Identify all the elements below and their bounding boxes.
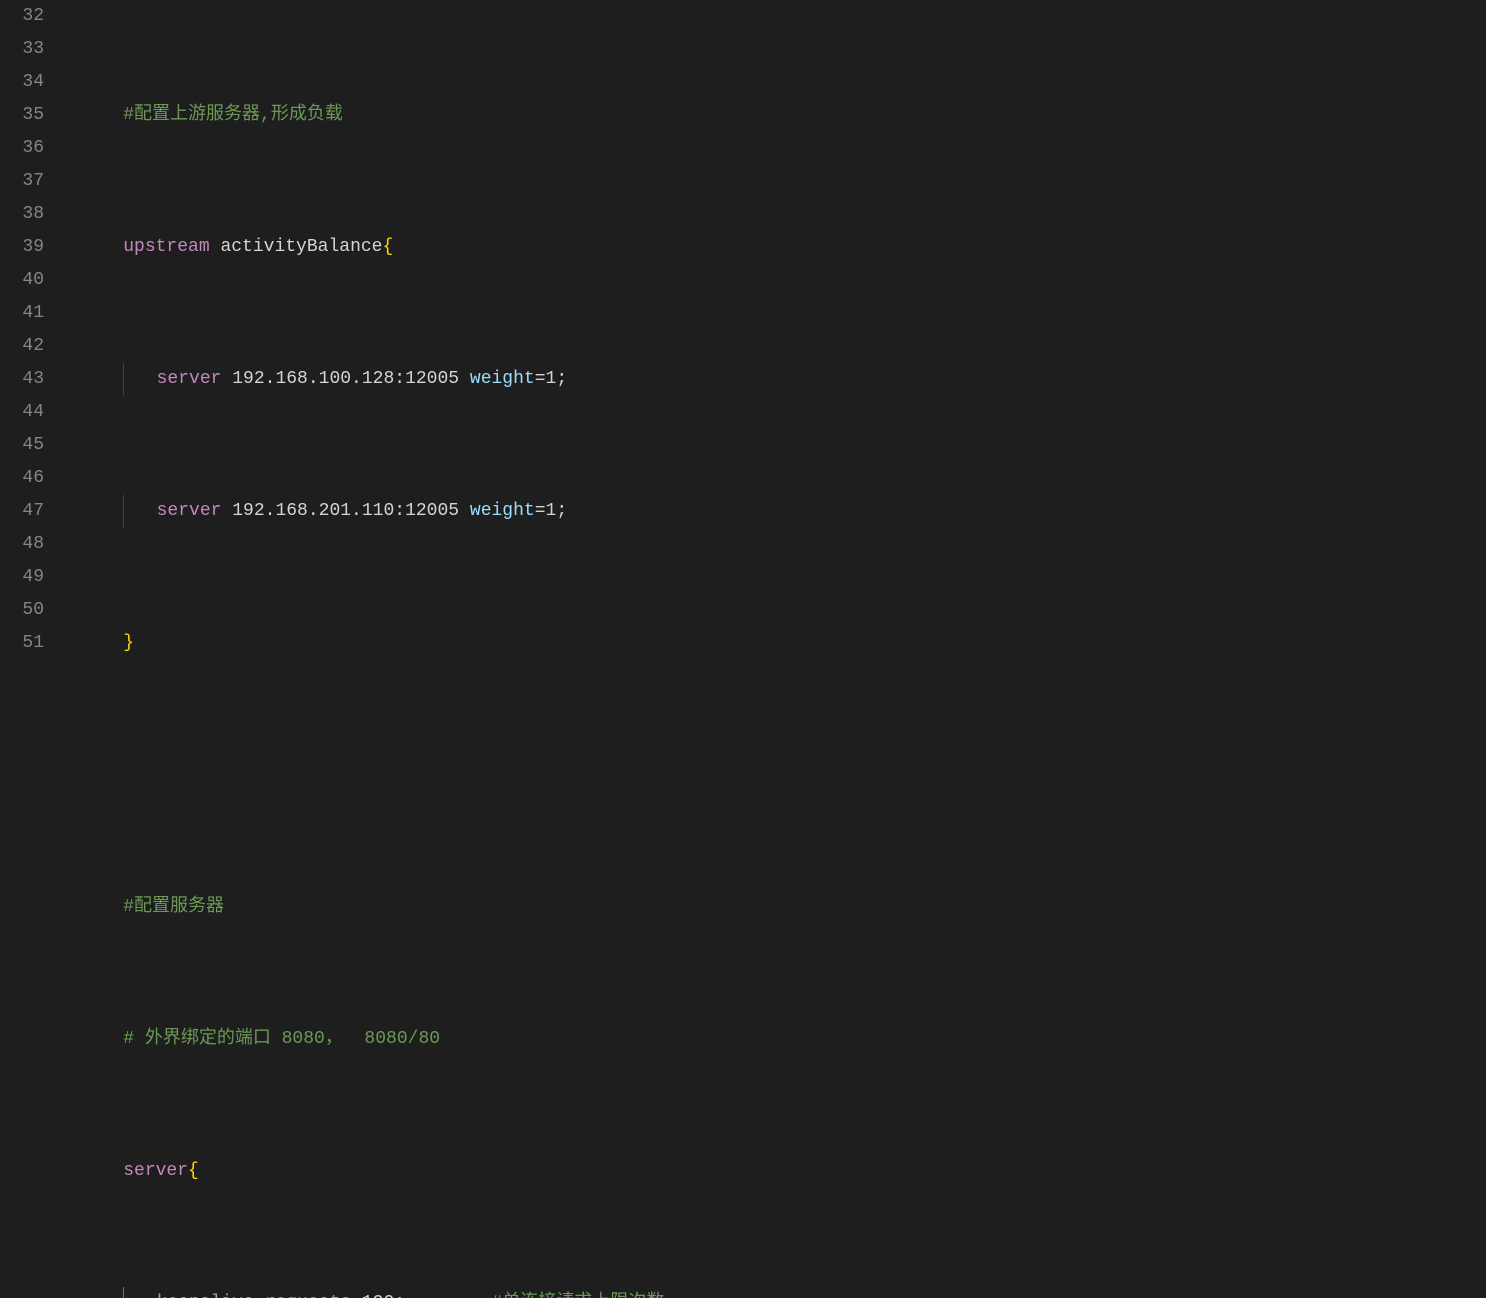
line-number-gutter: 3233343536373839404142434445464748495051 [0, 0, 62, 649]
comment-text: #配置服务器 [123, 897, 224, 917]
keyword: server [157, 369, 222, 389]
address: 192.168.201.110:12005 [221, 501, 469, 521]
identifier: activityBalance [210, 237, 383, 257]
line-number: 36 [0, 132, 44, 165]
line-number: 49 [0, 561, 44, 594]
keyword: upstream [123, 237, 209, 257]
property: weight [470, 369, 535, 389]
line-number: 51 [0, 627, 44, 660]
line-number: 39 [0, 231, 44, 264]
line-number: 45 [0, 429, 44, 462]
comment-text: #单连接请求上限次数 [492, 1293, 665, 1298]
brace-close: } [123, 633, 134, 653]
line-number: 50 [0, 594, 44, 627]
keyword: keepalive_requests [157, 1293, 351, 1298]
semicolon: ; [556, 501, 567, 521]
code-editor[interactable]: 3233343536373839404142434445464748495051… [0, 0, 1486, 649]
line-number: 37 [0, 165, 44, 198]
code-line[interactable]: } [80, 627, 1486, 660]
code-line[interactable]: server 192.168.201.110:12005 weight=1; [80, 495, 1486, 528]
code-area[interactable]: #配置上游服务器,形成负载 upstream activityBalance{ … [80, 0, 1486, 649]
line-number: 46 [0, 462, 44, 495]
comment-text: #配置上游服务器,形成负载 [123, 105, 343, 125]
comment-text: # 外界绑定的端口 8080， 8080/80 [123, 1029, 440, 1049]
code-line[interactable]: server 192.168.100.128:12005 weight=1; [80, 363, 1486, 396]
line-number: 38 [0, 198, 44, 231]
value: 120 [351, 1293, 394, 1298]
code-line[interactable]: # 外界绑定的端口 8080， 8080/80 [80, 1023, 1486, 1056]
code-line[interactable]: #配置上游服务器,形成负载 [80, 99, 1486, 132]
line-number: 43 [0, 363, 44, 396]
keyword: server [157, 501, 222, 521]
fold-column [62, 0, 80, 649]
value: =1 [535, 369, 557, 389]
line-number: 34 [0, 66, 44, 99]
value: =1 [535, 501, 557, 521]
property: weight [470, 501, 535, 521]
address: 192.168.100.128:12005 [221, 369, 469, 389]
code-line[interactable]: upstream activityBalance{ [80, 231, 1486, 264]
code-line[interactable]: keepalive_requests 120; #单连接请求上限次数 [80, 1287, 1486, 1298]
line-number: 33 [0, 33, 44, 66]
code-line[interactable]: #配置服务器 [80, 891, 1486, 924]
brace-open: { [188, 1161, 199, 1181]
keyword: server [123, 1161, 188, 1181]
line-number: 32 [0, 0, 44, 33]
line-number: 48 [0, 528, 44, 561]
semicolon: ; [556, 369, 567, 389]
semicolon: ; [394, 1293, 405, 1298]
line-number: 42 [0, 330, 44, 363]
line-number: 44 [0, 396, 44, 429]
brace-open: { [382, 237, 393, 257]
line-number: 40 [0, 264, 44, 297]
line-number: 41 [0, 297, 44, 330]
line-number: 35 [0, 99, 44, 132]
line-number: 47 [0, 495, 44, 528]
code-line[interactable] [80, 759, 1486, 792]
code-line[interactable]: server{ [80, 1155, 1486, 1188]
